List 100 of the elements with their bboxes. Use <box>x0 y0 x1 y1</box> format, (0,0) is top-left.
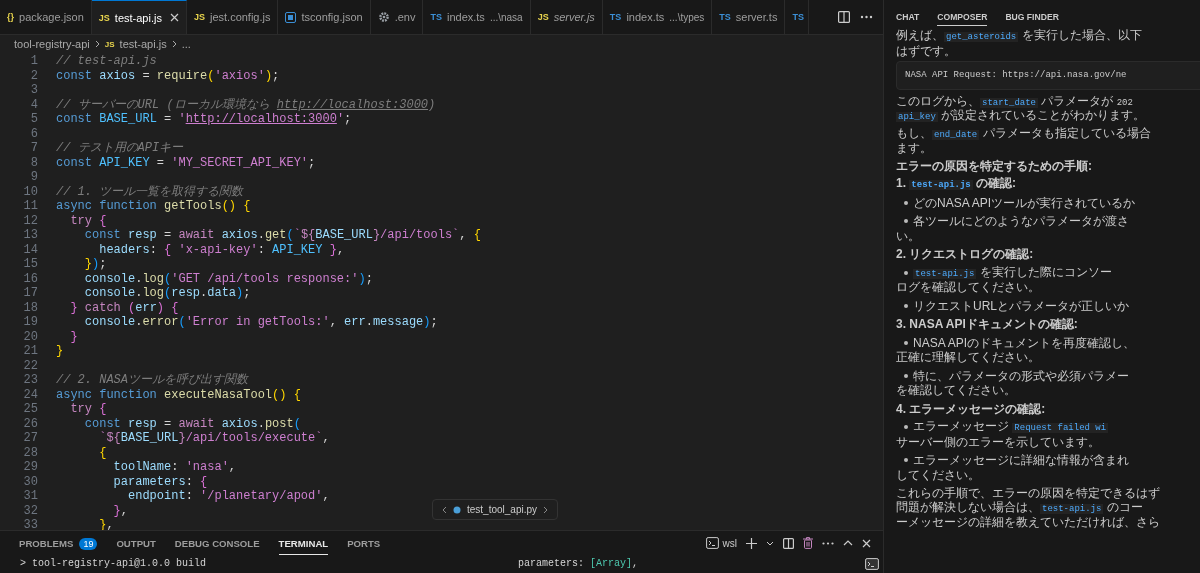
chat-tab[interactable]: BUG FINDER <box>1005 12 1059 26</box>
file-type-icon: TS <box>792 12 804 22</box>
bullet-icon <box>904 373 908 378</box>
line-number: 17 <box>22 286 38 301</box>
file-type-icon: JS <box>193 12 205 22</box>
code-line: endpoint: '/planetary/apod', <box>127 489 330 504</box>
code-line: console.log('GET /api/tools response:'); <box>83 271 373 286</box>
line-number: 9 <box>29 170 38 185</box>
file-type-icon: TS <box>719 12 731 22</box>
code-line: async function getTools() { <box>55 199 251 214</box>
code-line: headers: { 'x-api-key': API_KEY }, <box>98 242 345 257</box>
breadcrumb-file[interactable]: test-api.js <box>119 38 167 50</box>
file-type-icon: JS <box>537 12 549 22</box>
chat-text: 問題が解決しない場合は、 test-api.js のコー <box>896 499 1143 516</box>
code-line: `${BASE_URL}/api/tools/execute`, <box>98 431 330 446</box>
bullet-icon <box>904 200 908 205</box>
line-number: 18 <box>22 300 38 315</box>
more-icon[interactable] <box>860 15 873 19</box>
line-number: 22 <box>22 358 38 373</box>
chat-text: エラーメッセージ Request failed wi <box>913 419 1109 435</box>
code-line: const axios = require('axios'); <box>55 68 280 83</box>
bullet-icon <box>904 425 908 430</box>
chevron-left-icon[interactable] <box>442 505 447 514</box>
chat-text: test-api.js を実行した際にコンソー <box>913 264 1112 281</box>
chat-text: ます。 <box>896 141 932 156</box>
chat-tab[interactable]: CHAT <box>896 12 920 26</box>
line-number: 8 <box>29 155 38 170</box>
panel-tab[interactable]: PROBLEMS 19 <box>19 531 98 555</box>
code-line: async function executeNasaTool() { <box>55 387 301 402</box>
line-number: 32 <box>22 503 38 518</box>
line-number: 26 <box>22 416 38 431</box>
plus-icon[interactable] <box>746 537 757 549</box>
file-type-icon: {} <box>7 12 14 22</box>
bullet-icon <box>904 303 908 308</box>
code-line: // 2. NASAツールを呼び出す関数 <box>55 373 248 388</box>
terminal-line: > tool-registry-api@1.0.0 build <box>20 558 207 569</box>
panel-tab[interactable]: OUTPUT <box>116 531 156 555</box>
close-icon[interactable] <box>169 13 179 22</box>
terminal-profile[interactable]: wsl <box>722 537 737 549</box>
chat-text: これらの手順で、エラーの原因を特定できるはず <box>896 486 1160 501</box>
line-number: 31 <box>22 489 38 504</box>
chat-text: い。 <box>896 228 920 243</box>
line-number: 16 <box>22 271 38 286</box>
panel-tab[interactable]: TERMINAL <box>278 531 329 555</box>
chat-heading: 2. リクエストログの確認: <box>896 247 1034 262</box>
chevron-right-icon[interactable] <box>543 505 549 514</box>
split-terminal-icon[interactable] <box>783 537 794 549</box>
split-editor-icon[interactable] <box>838 11 850 23</box>
chat-text: 各ツールにどのようなパラメータが渡さ <box>913 214 1129 229</box>
file-type-icon: JS <box>98 12 110 23</box>
code-line: parameters: { <box>112 474 208 489</box>
line-number: 6 <box>29 126 38 141</box>
panel-tab[interactable]: DEBUG CONSOLE <box>174 531 260 555</box>
chat-text: してください。 <box>896 467 980 482</box>
code-line: } <box>55 344 64 359</box>
line-number: 27 <box>22 431 38 446</box>
chat-text: はずです。 <box>896 43 956 58</box>
caret-icon[interactable] <box>766 540 774 546</box>
code-block-text: NASA API Request: https://api.nasa.gov/ne <box>905 69 1127 82</box>
widget-file-name[interactable]: test_tool_api.py <box>467 504 538 515</box>
bullet-icon <box>904 219 908 224</box>
chevron-icon <box>94 40 100 48</box>
chat-text: 正確に理解してください。 <box>896 350 1040 365</box>
panel-tab[interactable]: PORTS <box>347 531 381 555</box>
breadcrumb-folder[interactable]: tool-registry-api <box>14 38 90 50</box>
chat-heading: エラーの原因を特定するための手順: <box>896 158 1092 173</box>
code-line: }, <box>112 503 128 518</box>
more-icon[interactable] <box>822 541 834 545</box>
line-number: 14 <box>22 242 38 257</box>
chat-text: サーバー側のエラーを示しています。 <box>896 434 1100 449</box>
bullet-icon <box>904 340 908 345</box>
breadcrumb-symbol[interactable]: ... <box>181 38 191 50</box>
code-line: } <box>69 329 78 344</box>
chat-text: ログを確認してください。 <box>896 280 1040 295</box>
code-line: }, <box>98 518 114 530</box>
line-number: 20 <box>22 329 38 344</box>
chat-text: api_key が設定されていることがわかります。 <box>896 108 1146 124</box>
line-number: 33 <box>22 518 38 530</box>
close-icon[interactable] <box>862 538 871 548</box>
chevron-up-icon[interactable] <box>843 540 853 546</box>
file-type-icon: TS <box>609 12 622 22</box>
file-type-icon: TS <box>430 12 442 22</box>
code-line: const BASE_URL = 'http://localhost:3000'; <box>55 112 352 127</box>
line-number: 25 <box>22 402 38 417</box>
chat-text: エラーメッセージに詳細な情報が含まれ <box>913 453 1129 468</box>
line-number: 5 <box>29 112 38 127</box>
line-number: 7 <box>29 141 38 156</box>
trash-icon[interactable] <box>803 537 813 549</box>
chat-text: このログから、 start_date パラメータが 202 <box>896 93 1133 109</box>
code-line: try { <box>69 213 107 228</box>
editor-tab[interactable]: JS test-api.js <box>91 0 187 34</box>
chat-text: 特に、パラメータの形式や必須パラメー <box>913 368 1129 383</box>
code-line: // サーバーのURL (ローカル環境なら http://localhost:3000) <box>55 97 436 112</box>
terminal-icon[interactable] <box>865 557 879 570</box>
python-file-icon <box>453 505 461 514</box>
chat-tab[interactable]: COMPOSER <box>937 12 988 26</box>
line-number: 15 <box>22 257 38 272</box>
bullet-icon <box>904 458 908 463</box>
line-number: 13 <box>22 228 38 243</box>
chat-text: リクエストURLとパラメータが正しいか <box>913 298 1129 313</box>
